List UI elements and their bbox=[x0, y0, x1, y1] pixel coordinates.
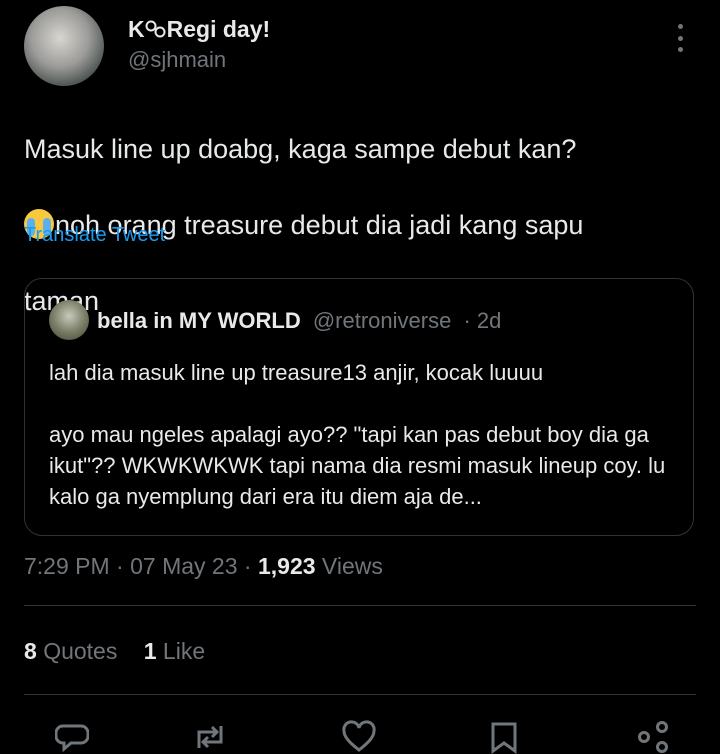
meta-separator-1: · bbox=[116, 553, 124, 579]
quoted-author-handle: @retroniverse bbox=[312, 308, 452, 333]
author-handle[interactable]: @sjhmain bbox=[128, 47, 226, 73]
author-avatar[interactable] bbox=[24, 6, 104, 86]
likes-count: 1 bbox=[143, 638, 157, 664]
likes-label: Like bbox=[162, 638, 206, 664]
quotes-stat[interactable]: 8 Quotes bbox=[24, 638, 117, 665]
quoted-tweet-text: lah dia masuk line up treasure13 anjir, … bbox=[49, 360, 666, 509]
likes-stat[interactable]: 1 Like bbox=[144, 638, 205, 665]
like-icon[interactable] bbox=[342, 720, 376, 754]
tweet-time[interactable]: 7:29 PM bbox=[24, 553, 110, 579]
views-label: Views bbox=[321, 553, 383, 579]
author-name-suffix: Regi day! bbox=[166, 16, 271, 42]
bookmark-icon[interactable] bbox=[487, 720, 521, 754]
tweet-line-1: Masuk line up doabg, kaga sampe debut ka… bbox=[24, 134, 577, 164]
more-options-icon[interactable] bbox=[668, 24, 692, 52]
tweet-date[interactable]: 07 May 23 bbox=[130, 553, 237, 579]
reply-icon[interactable] bbox=[55, 720, 89, 754]
author-name-prefix: K bbox=[128, 16, 145, 42]
author-name[interactable]: K Regi day! bbox=[128, 16, 270, 43]
quotes-label: Quotes bbox=[43, 638, 118, 664]
meta-separator-2: · bbox=[243, 553, 252, 579]
quoted-author-avatar bbox=[49, 300, 89, 340]
quoted-separator: · bbox=[463, 308, 471, 333]
quoted-tweet-card[interactable]: bella in MY WORLD @retroniverse · 2d lah… bbox=[24, 278, 694, 536]
views-count: 1,923 bbox=[257, 553, 316, 579]
share-icon[interactable] bbox=[636, 720, 670, 754]
tweet-meta: 7:29 PM · 07 May 23 · 1,923 Views bbox=[24, 553, 383, 580]
translate-tweet-link[interactable]: Translate Tweet bbox=[24, 224, 165, 247]
tweet-stats: 8 Quotes 1 Like bbox=[24, 638, 205, 665]
quoted-tweet-header: bella in MY WORLD @retroniverse · 2d bbox=[97, 308, 501, 334]
divider bbox=[24, 605, 696, 606]
rings-icon bbox=[145, 20, 166, 38]
quotes-count: 8 bbox=[24, 638, 37, 664]
divider bbox=[24, 694, 696, 695]
quoted-author-name: bella in MY WORLD bbox=[97, 308, 301, 333]
retweet-icon[interactable] bbox=[193, 720, 227, 754]
quoted-tweet-time: 2d bbox=[476, 308, 502, 333]
